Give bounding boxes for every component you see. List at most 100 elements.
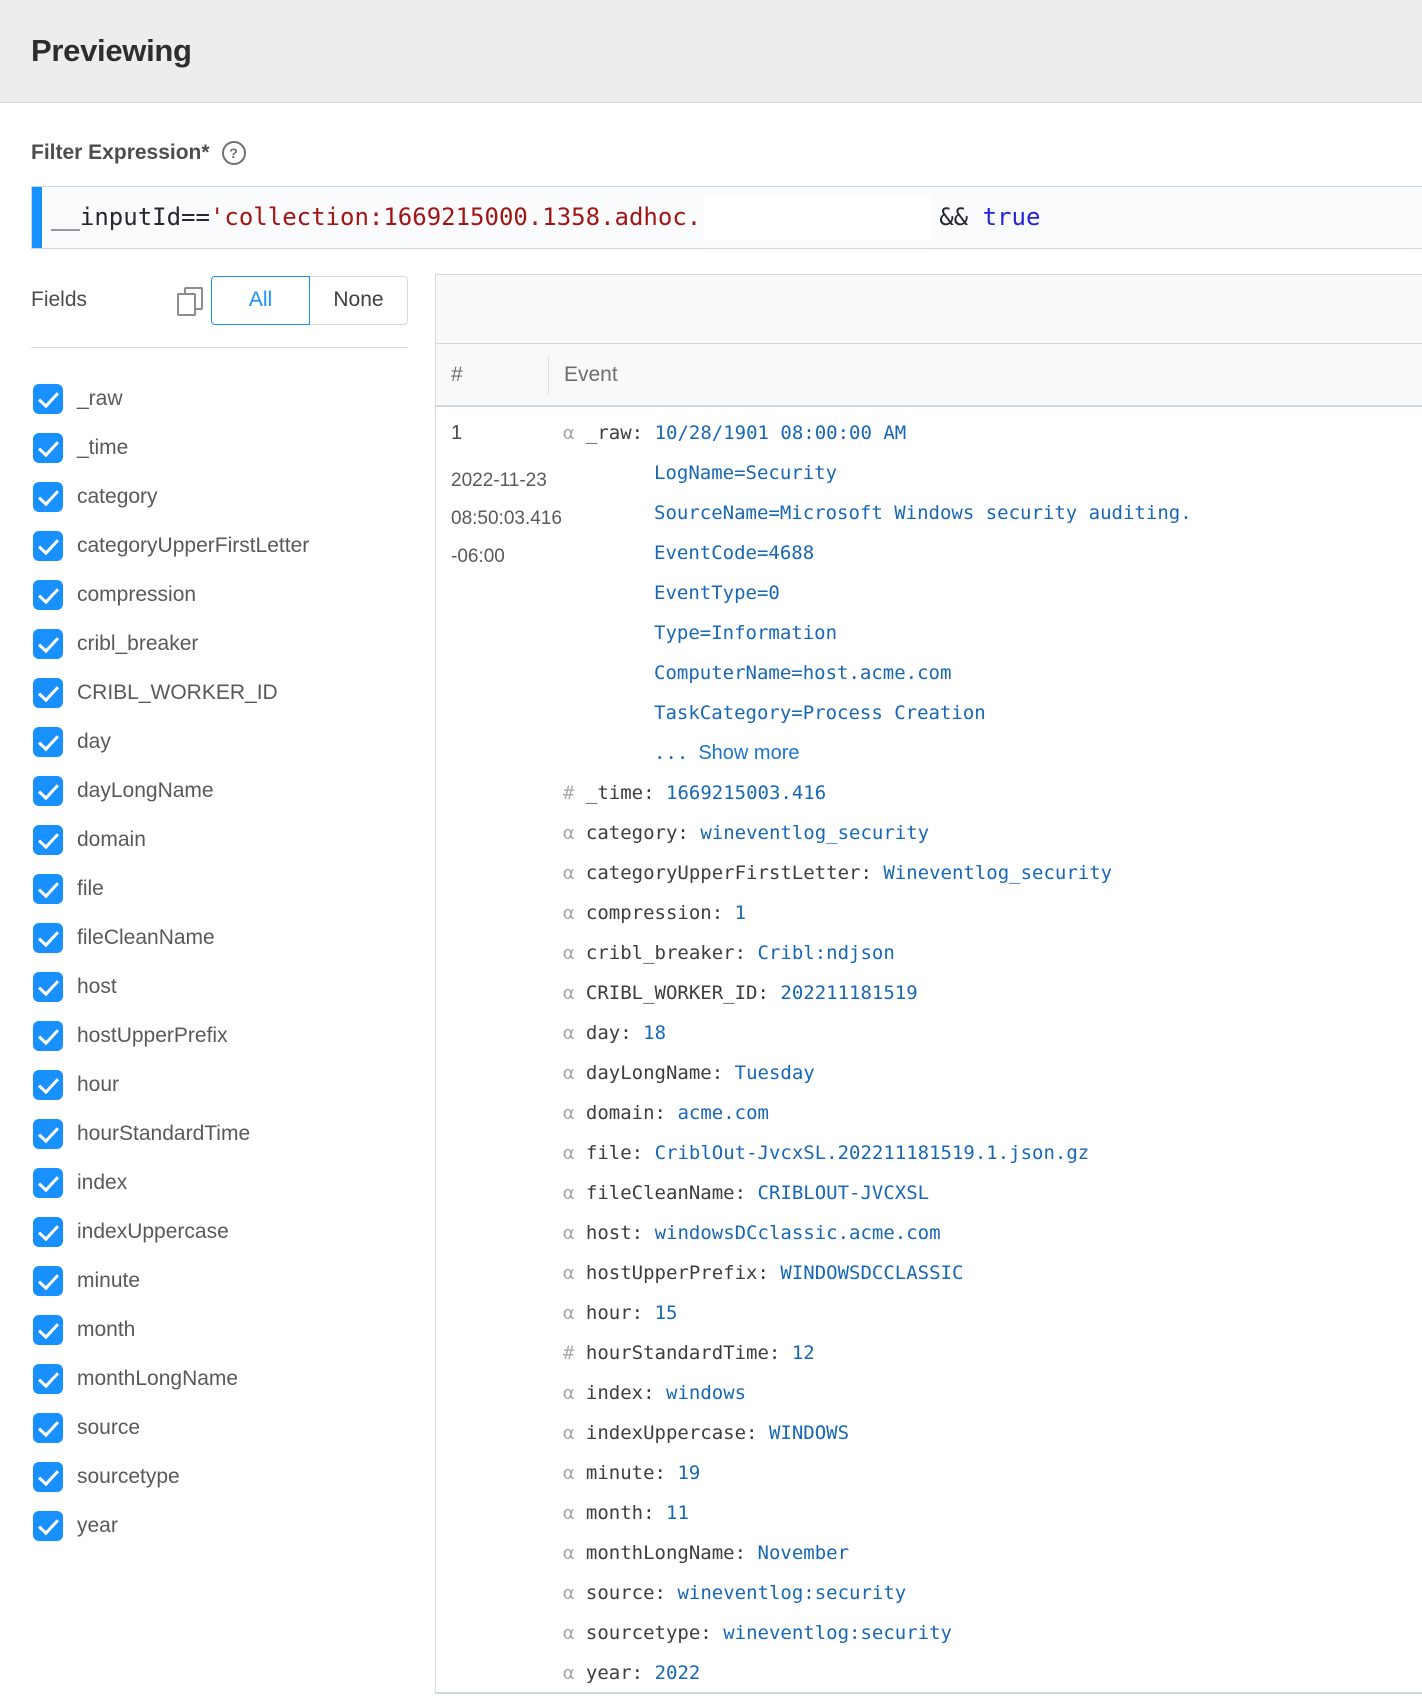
field-checkbox-label: CRIBL_WORKER_ID [77, 680, 278, 704]
fields-divider [31, 347, 408, 348]
field-checkbox-label: day [77, 729, 111, 753]
field-checkbox-label: cribl_breaker [77, 631, 199, 655]
checkbox-checked-icon[interactable] [33, 628, 63, 659]
field-value: Wineventlog_security [883, 862, 1113, 884]
checkbox-checked-icon[interactable] [33, 579, 63, 610]
event-field-line: α categoryUpperFirstLetter: Wineventlog_… [563, 853, 1422, 893]
filter-expression-input[interactable]: __inputId=='collection:1669215000.1358.a… [31, 186, 1422, 249]
event-field-line: # _time: 1669215003.416 [563, 773, 1422, 813]
field-value: CriblOut-JvcxSL.202211181519.1.json.gz [654, 1142, 1090, 1164]
copy-icon[interactable] [177, 286, 204, 316]
checkbox-checked-icon[interactable] [33, 1412, 63, 1443]
field-checkbox-item[interactable]: _time [31, 423, 408, 472]
help-icon[interactable]: ? [221, 141, 246, 165]
field-checkbox-item[interactable]: hourStandardTime [31, 1109, 408, 1158]
field-checkbox-label: minute [77, 1268, 141, 1292]
page-title: Previewing [31, 33, 192, 68]
field-checkbox-item[interactable]: _raw [31, 374, 408, 423]
field-checkbox-item[interactable]: minute [31, 1256, 408, 1305]
field-key: _time: [585, 782, 655, 804]
field-value: WINDOWS [768, 1422, 850, 1444]
select-none-button[interactable]: None [310, 275, 408, 325]
field-checkbox-item[interactable]: host [31, 962, 408, 1011]
field-checkbox-item[interactable]: domain [31, 815, 408, 864]
field-type-icon: # [563, 782, 575, 804]
show-more-link[interactable]: Show more [698, 742, 799, 764]
field-checkbox-item[interactable]: categoryUpperFirstLetter [31, 521, 408, 570]
checkbox-checked-icon[interactable] [33, 824, 63, 855]
checkbox-checked-icon[interactable] [33, 432, 63, 463]
field-checkbox-label: year [77, 1513, 118, 1537]
field-type-icon: α [563, 1502, 575, 1524]
raw-truncation-line: ... Show more [563, 733, 1422, 773]
field-value: 202211181519 [780, 982, 918, 1004]
checkbox-checked-icon[interactable] [33, 1461, 63, 1492]
field-type-icon: α [563, 1302, 575, 1324]
field-checkbox-label: _raw [77, 386, 123, 410]
checkbox-checked-icon[interactable] [33, 1510, 63, 1541]
event-field-line: α source: wineventlog:security [563, 1573, 1422, 1613]
select-all-button[interactable]: All [211, 275, 310, 325]
raw-event-line: EventType=0 [654, 582, 780, 604]
checkbox-checked-icon[interactable] [33, 1167, 63, 1198]
checkbox-checked-icon[interactable] [33, 1216, 63, 1247]
field-checkbox-label: monthLongName [77, 1366, 239, 1390]
checkbox-checked-icon[interactable] [33, 1314, 63, 1345]
field-checkbox-label: month [77, 1317, 136, 1341]
field-checkbox-item[interactable]: fileCleanName [31, 913, 408, 962]
field-checkbox-item[interactable]: day [31, 717, 408, 766]
field-type-icon: α [563, 1582, 575, 1604]
checkbox-checked-icon[interactable] [33, 1118, 63, 1149]
checkbox-checked-icon[interactable] [33, 481, 63, 512]
checkbox-checked-icon[interactable] [33, 1020, 63, 1051]
field-value: 15 [654, 1302, 678, 1324]
field-checkbox-item[interactable]: file [31, 864, 408, 913]
field-checkbox-item[interactable]: compression [31, 570, 408, 619]
checkbox-checked-icon[interactable] [33, 873, 63, 904]
column-header-index: # [451, 362, 463, 386]
event-field-line: α indexUppercase: WINDOWS [563, 1413, 1422, 1453]
checkbox-checked-icon[interactable] [33, 775, 63, 806]
field-checkbox-item[interactable]: month [31, 1305, 408, 1354]
field-checkbox-item[interactable]: CRIBL_WORKER_ID [31, 668, 408, 717]
field-checkbox-item[interactable]: category [31, 472, 408, 521]
field-checkbox-item[interactable]: monthLongName [31, 1354, 408, 1403]
filter-expression-label: Filter Expression* [31, 141, 210, 164]
field-checkbox-item[interactable]: sourcetype [31, 1452, 408, 1501]
field-key: hourStandardTime: [585, 1342, 781, 1364]
field-value: 12 [791, 1342, 815, 1364]
raw-event-line: Type=Information [654, 622, 838, 644]
fields-title: Fields [31, 288, 88, 311]
field-value: wineventlog:security [723, 1622, 952, 1644]
raw-event-line: SourceName=Microsoft Windows security au… [654, 502, 1192, 524]
redacted-text-area [703, 194, 932, 241]
checkbox-checked-icon[interactable] [33, 922, 63, 953]
field-checkbox-item[interactable]: source [31, 1403, 408, 1452]
field-checkbox-item[interactable]: year [31, 1501, 408, 1550]
field-type-icon: α [563, 422, 575, 444]
field-key: monthLongName: [585, 1542, 747, 1564]
field-value: 11 [666, 1502, 689, 1524]
checkbox-checked-icon[interactable] [33, 1069, 63, 1100]
field-checkbox-item[interactable]: indexUppercase [31, 1207, 408, 1256]
event-row-index-cell: 1 2022-11-23 08:50:03.416 -06:00 [436, 407, 562, 1692]
checkbox-checked-icon[interactable] [33, 383, 63, 414]
event-row[interactable]: 1 2022-11-23 08:50:03.416 -06:00 α _raw: 1… [436, 407, 1422, 1692]
field-key: day: [585, 1022, 632, 1044]
checkbox-checked-icon[interactable] [33, 530, 63, 561]
field-type-icon: α [563, 1622, 575, 1644]
preview-main-area: Fields All None _raw _time category cate… [0, 274, 1422, 1697]
field-checkbox-item[interactable]: dayLongName [31, 766, 408, 815]
checkbox-checked-icon[interactable] [33, 1363, 63, 1394]
field-checkbox-item[interactable]: hour [31, 1060, 408, 1109]
event-field-line: α sourcetype: wineventlog:security [563, 1613, 1422, 1653]
checkbox-checked-icon[interactable] [33, 726, 63, 757]
field-checkbox-item[interactable]: index [31, 1158, 408, 1207]
field-value: acme.com [677, 1102, 769, 1124]
checkbox-checked-icon[interactable] [33, 971, 63, 1002]
field-checkbox-item[interactable]: hostUpperPrefix [31, 1011, 408, 1060]
field-checkbox-item[interactable]: cribl_breaker [31, 619, 408, 668]
checkbox-checked-icon[interactable] [33, 1265, 63, 1296]
event-field-line: α hour: 15 [563, 1293, 1422, 1333]
checkbox-checked-icon[interactable] [33, 677, 63, 708]
